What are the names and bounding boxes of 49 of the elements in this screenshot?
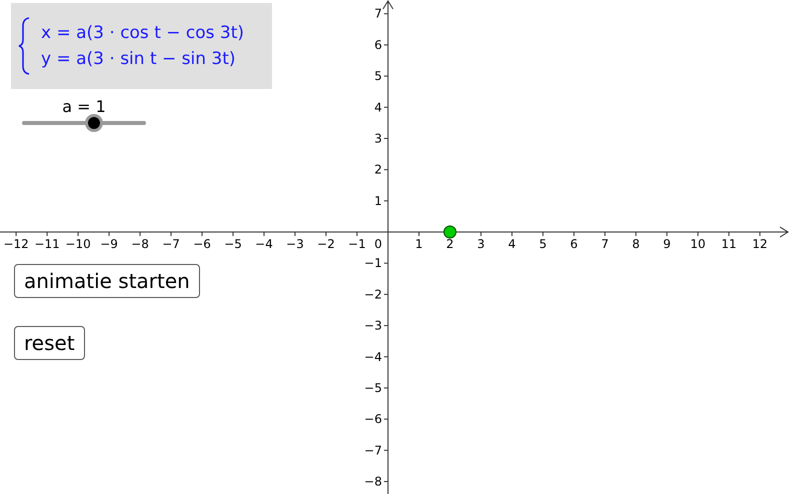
tick-label: 1 xyxy=(374,194,382,208)
tick-label: −2 xyxy=(364,287,382,302)
tick-label: −1 xyxy=(364,256,382,270)
origin-label: 0 xyxy=(374,237,382,252)
tick-label: 6 xyxy=(374,38,382,52)
slider-thumb[interactable] xyxy=(84,114,103,132)
tick-label: 5 xyxy=(539,237,547,252)
tick-label: 2 xyxy=(374,162,382,177)
tick-label: −9 xyxy=(100,237,118,252)
tick-label: −8 xyxy=(364,474,382,489)
tick-label: 7 xyxy=(601,237,609,252)
tick-label: 8 xyxy=(632,237,640,252)
equation: y = a(3 · sin t − sin 3t) xyxy=(41,48,237,71)
tick-label: −1 xyxy=(348,237,366,252)
tick-label: −6 xyxy=(364,412,382,426)
tick-label: −3 xyxy=(286,237,304,252)
tick-label: 9 xyxy=(663,237,671,252)
tick-label: 1 xyxy=(415,237,423,252)
slider-track[interactable] xyxy=(22,114,146,132)
tick-label: −7 xyxy=(162,237,180,252)
brace-icon xyxy=(17,16,31,76)
tick-label: 11 xyxy=(721,237,737,252)
slider-label: a = 1 xyxy=(62,96,106,118)
tick-label: −10 xyxy=(65,237,91,252)
tick-label: 12 xyxy=(752,237,768,252)
tick-label: −4 xyxy=(364,350,382,364)
tick-label: −3 xyxy=(364,318,382,333)
action-button[interactable]: reset xyxy=(14,326,85,360)
tick-label: −7 xyxy=(364,443,382,458)
tick-label: 2 xyxy=(446,237,454,252)
tick-label: −4 xyxy=(255,237,273,252)
tick-label: 7 xyxy=(374,6,382,21)
tick-label: −8 xyxy=(131,237,149,252)
tick-label: 10 xyxy=(690,237,706,252)
tick-label: −11 xyxy=(34,237,60,252)
tick-label: 3 xyxy=(477,237,485,252)
tick-label: 5 xyxy=(374,69,382,84)
tick-label: 4 xyxy=(374,100,382,114)
point[interactable] xyxy=(443,226,456,239)
action-button[interactable]: animatie starten xyxy=(14,264,200,298)
tick-label: −6 xyxy=(193,237,211,252)
tick-label: −5 xyxy=(364,380,382,395)
tick-label: 6 xyxy=(570,237,578,252)
tick-label: −2 xyxy=(317,237,335,252)
tick-label: −5 xyxy=(224,237,242,252)
tick-label: −12 xyxy=(3,237,29,252)
tick-label: 4 xyxy=(508,237,516,252)
equation: x = a(3 · cos t − cos 3t) xyxy=(41,22,244,45)
tick-label: 3 xyxy=(374,131,382,146)
